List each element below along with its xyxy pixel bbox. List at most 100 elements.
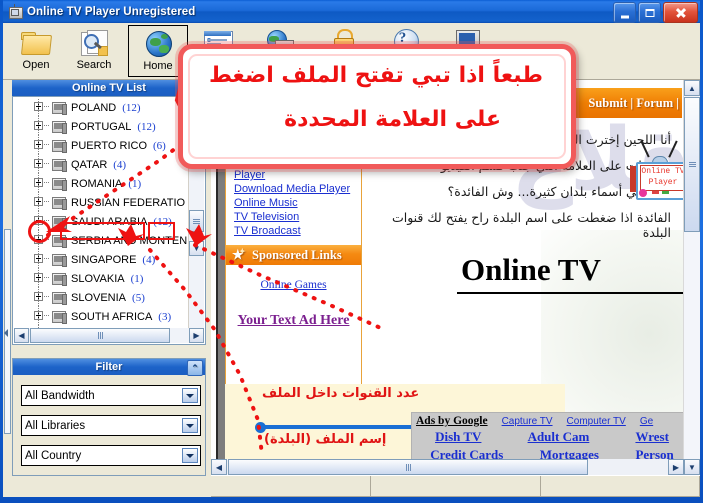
bottom-link-dish-tv[interactable]: Dish TV [435, 429, 481, 445]
browser-scroll-right[interactable]: ▶ [668, 459, 684, 475]
window-title: Online TV Player Unregistered [27, 5, 196, 18]
bottom-ads-label: Ads by Google [416, 415, 488, 427]
bandwidth-select[interactable]: All Bandwidth [21, 385, 201, 406]
home-label: Home [143, 60, 173, 72]
star-icon: ★✦ [232, 247, 246, 262]
sponsored-online-games[interactable]: Online Games [226, 279, 361, 291]
open-button[interactable]: Open [7, 25, 65, 75]
page-title: Online TV [461, 252, 601, 287]
browser-scroll-down[interactable]: ▼ [684, 459, 700, 475]
arabic-line-3: وطلع لي أسماء بلدان كثيرة... وش الفائدة؟ [447, 184, 671, 199]
tv-station-icon [52, 234, 67, 248]
ad-link-online-music[interactable]: Online Music [226, 196, 361, 210]
chevron-down-icon[interactable] [182, 388, 198, 403]
chevron-down-icon[interactable] [182, 418, 198, 433]
window-controls [613, 2, 698, 23]
tv-list-hscrollbar[interactable]: ◀ ▶ [14, 328, 204, 343]
list-item[interactable]: SLOVAKIA (1) [14, 268, 194, 288]
vscroll-thumb[interactable] [189, 210, 204, 232]
tv-list-rows: POLAND (12) PORTUGAL (12) PUERTO RICO (6) Q… [14, 98, 194, 330]
tv-station-icon [52, 158, 67, 172]
tv-station-icon [52, 253, 67, 267]
chevron-up-icon[interactable]: ⌃ [187, 360, 203, 376]
panel-splitter[interactable] [3, 169, 12, 441]
bottom-link-adult-cam[interactable]: Adult Cam [528, 429, 590, 445]
title-underline [457, 292, 700, 294]
tv-station-icon [52, 139, 67, 153]
browser-scroll-left[interactable]: ◀ [211, 459, 227, 475]
callout-line-2: على العلامة المحددة [284, 107, 501, 132]
libraries-select[interactable]: All Libraries [21, 415, 201, 436]
sponsored-links-label: Sponsored Links [252, 247, 342, 262]
your-text-ad-here[interactable]: Your Text Ad Here [226, 313, 361, 329]
sponsored-links-header: ★ ✦ Sponsored Links [226, 245, 361, 265]
bottom-link-ge[interactable]: Ge [640, 416, 653, 427]
list-item[interactable]: ROMANIA (1) [14, 173, 194, 193]
browser-vscroll-thumb[interactable] [684, 97, 700, 232]
browser-vscrollbar[interactable]: ▲ ▼ [683, 80, 700, 475]
bottom-link-computer-tv[interactable]: Computer TV [567, 416, 626, 427]
list-item-saudi-arabia[interactable]: SAUDI ARABIA (12) [14, 211, 194, 231]
browser-hscrollbar[interactable]: ◀ ▶ [211, 459, 684, 475]
ad-link-tv-broadcast[interactable]: TV Broadcast [226, 224, 361, 238]
chevron-down-icon[interactable] [182, 448, 198, 463]
folder-icon [20, 27, 53, 58]
search-button[interactable]: Search [65, 25, 123, 75]
close-button[interactable] [663, 2, 698, 23]
list-item[interactable]: SERBIA AND MONTEN [14, 230, 194, 250]
list-item[interactable]: QATAR (4) [14, 154, 194, 174]
country-select[interactable]: All Country [21, 445, 201, 466]
list-item[interactable]: POLAND (12) [14, 98, 194, 117]
tv-list[interactable]: POLAND (12) PORTUGAL (12) PUERTO RICO (6) Q… [12, 96, 206, 345]
arabic-line-4: الفائدة اذا ضغطت على اسم البلدة راح يفتح… [391, 210, 671, 240]
search-label: Search [76, 59, 112, 71]
open-label: Open [22, 59, 50, 71]
ad-link-player[interactable]: Player [226, 168, 361, 182]
list-item[interactable]: SINGAPORE (4) [14, 249, 194, 269]
list-item[interactable]: RUSSIAN FEDERATIO [14, 192, 194, 212]
tv-station-icon [52, 272, 67, 286]
note-channels-count: عدد القنوات داخل الملف [262, 386, 420, 401]
bottom-link-capture-tv[interactable]: Capture TV [502, 416, 553, 427]
filter-title: Filter ⌃ [13, 359, 205, 376]
tv-badge-line2: Player [648, 178, 678, 187]
online-tv-player-badge: Online TV Player [628, 138, 692, 200]
hscroll-left-arrow[interactable]: ◀ [14, 328, 29, 343]
callout-line-1: طبعاً اذا تبي تفتح الملف اضغط [209, 63, 543, 88]
ad-link-download-media-player[interactable]: Download Media Player [226, 182, 361, 196]
instruction-callout: طبعاً اذا تبي تفتح الملف اضغط على العلام… [178, 44, 576, 169]
list-item[interactable]: SLOVENIA (5) [14, 287, 194, 307]
vscroll-down-arrow[interactable]: ▼ [189, 241, 204, 256]
filter-panel: Filter ⌃ All Bandwidth All Libraries All… [12, 358, 206, 476]
browser-hscroll-thumb[interactable] [228, 459, 588, 475]
tv-station-icon [52, 196, 67, 210]
minimize-button[interactable] [613, 2, 636, 23]
maximize-button[interactable] [638, 2, 661, 23]
tv-station-icon [52, 215, 67, 229]
ad-link-tv-television[interactable]: TV Television [226, 210, 361, 224]
list-item[interactable]: SOUTH AFRICA (3) [14, 306, 194, 326]
ad-column: ★✦ Special Offer Ads by Google Player Do… [225, 128, 362, 418]
status-bar [211, 475, 700, 497]
hscroll-right-arrow[interactable]: ▶ [189, 328, 204, 343]
tv-station-icon [52, 101, 67, 115]
tv-station-icon [52, 120, 67, 134]
tv-icon [7, 3, 23, 20]
app-window: Online TV Player Unregistered Open Searc… [0, 0, 703, 503]
note-file-name: إسم الملف (البلدة) [264, 432, 387, 447]
status-cell-2 [371, 476, 541, 497]
list-item[interactable]: PORTUGAL (12) [14, 116, 194, 136]
tv-list-title: Online TV List [12, 80, 206, 96]
list-item[interactable]: PUERTO RICO (6) [14, 135, 194, 155]
bottom-google-ads: Ads by Google Capture TV Computer TV Ge … [411, 412, 693, 464]
status-cell-1 [211, 476, 371, 497]
country-value: All Country [25, 449, 82, 462]
browser-scroll-up[interactable]: ▲ [684, 80, 700, 96]
tv-station-icon [52, 177, 67, 191]
hscroll-thumb[interactable] [30, 328, 170, 343]
filter-title-label: Filter [95, 361, 123, 373]
libraries-value: All Libraries [25, 419, 86, 432]
bandwidth-value: All Bandwidth [25, 389, 95, 402]
bottom-link-wrest[interactable]: Wrest [635, 429, 668, 445]
submit-forum-label: Submit | Forum | [588, 95, 679, 110]
